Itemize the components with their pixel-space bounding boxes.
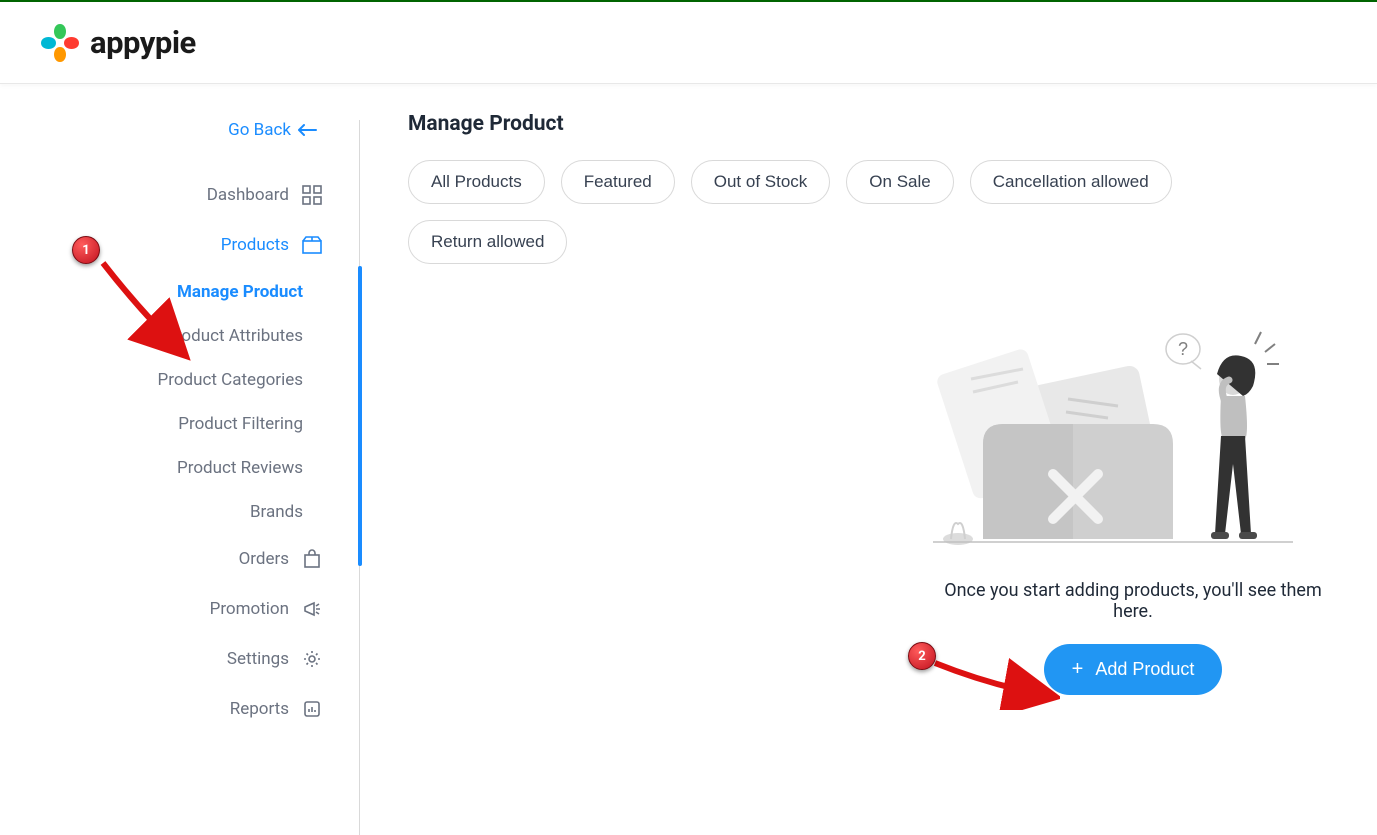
brand-logo: appypie	[38, 21, 196, 65]
sidebar-item-promotion[interactable]: Promotion	[0, 584, 359, 634]
filter-chip-on-sale[interactable]: On Sale	[846, 160, 953, 204]
sidebar-item-label: Products	[221, 235, 289, 255]
subitem-label: Product Categories	[158, 370, 303, 390]
sidebar-item-label: Orders	[239, 549, 289, 569]
orders-icon	[301, 548, 323, 570]
products-icon	[301, 234, 323, 256]
appypie-logo-icon	[38, 21, 82, 65]
sidebar-item-label: Promotion	[210, 599, 289, 619]
sidebar-item-label: Reports	[230, 699, 289, 719]
filter-chip-featured[interactable]: Featured	[561, 160, 675, 204]
filter-chip-row: All Products Featured Out of Stock On Sa…	[408, 160, 1343, 264]
subitem-label: Product Reviews	[177, 458, 303, 478]
subitem-label: Brands	[250, 502, 303, 522]
subitem-label: Product Filtering	[178, 414, 303, 434]
svg-text:?: ?	[1178, 339, 1188, 359]
filter-chip-all-products[interactable]: All Products	[408, 160, 545, 204]
filter-chip-cancellation-allowed[interactable]: Cancellation allowed	[970, 160, 1172, 204]
add-product-button[interactable]: + Add Product	[1044, 644, 1223, 695]
page-title: Manage Product	[408, 112, 1343, 136]
empty-state-caption: Once you start adding products, you'll s…	[923, 580, 1343, 622]
sidebar-item-label: Settings	[227, 649, 289, 669]
add-product-label: Add Product	[1095, 659, 1194, 680]
header: appypie	[0, 2, 1377, 84]
go-back-link[interactable]: Go Back	[0, 120, 359, 140]
plus-icon: +	[1072, 658, 1084, 681]
promotion-icon	[301, 598, 323, 620]
dashboard-icon	[301, 184, 323, 206]
annotation-arrow-2	[930, 655, 1060, 710]
filter-chip-out-of-stock[interactable]: Out of Stock	[691, 160, 831, 204]
sidebar: Go Back Dashboard Products Manage Produc…	[0, 84, 360, 835]
filter-chip-return-allowed[interactable]: Return allowed	[408, 220, 567, 264]
go-back-label: Go Back	[228, 120, 291, 140]
reports-icon	[301, 698, 323, 720]
sidebar-item-orders[interactable]: Orders	[0, 534, 359, 584]
annotation-callout-1: 1	[72, 236, 100, 264]
sidebar-subitem-product-reviews[interactable]: Product Reviews	[0, 446, 303, 490]
settings-icon	[301, 648, 323, 670]
sidebar-subitem-product-filtering[interactable]: Product Filtering	[0, 402, 303, 446]
annotation-arrow-1	[98, 258, 198, 368]
sidebar-subitem-brands[interactable]: Brands	[0, 490, 303, 534]
annotation-callout-2: 2	[908, 642, 936, 670]
sidebar-item-label: Dashboard	[207, 185, 289, 205]
go-back-arrow-icon	[297, 123, 317, 137]
main-content: Manage Product All Products Featured Out…	[360, 84, 1377, 835]
sidebar-item-settings[interactable]: Settings	[0, 634, 359, 684]
empty-state-illustration: ?	[923, 324, 1303, 564]
sidebar-item-reports[interactable]: Reports	[0, 684, 359, 734]
sidebar-item-dashboard[interactable]: Dashboard	[0, 170, 359, 220]
empty-state: ? Once you start adding products, you'll…	[923, 324, 1343, 695]
brand-name: appypie	[90, 24, 196, 61]
